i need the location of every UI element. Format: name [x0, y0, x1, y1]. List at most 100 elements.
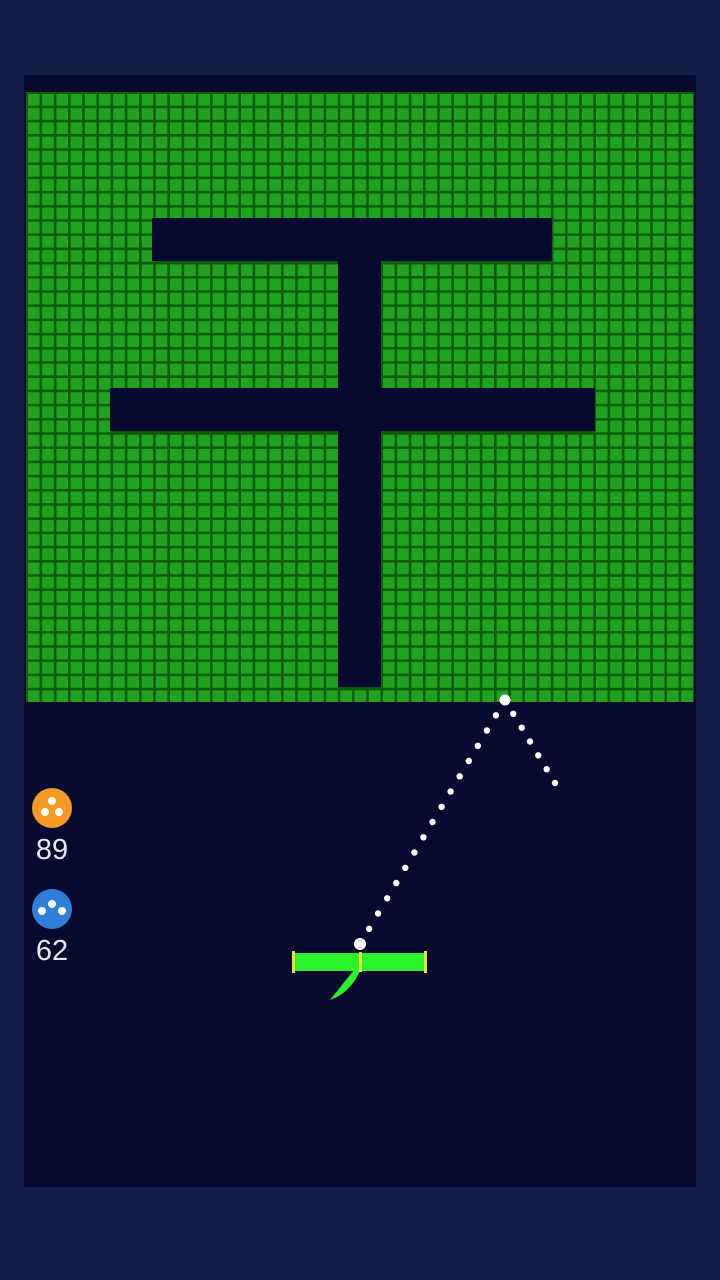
brick	[28, 690, 40, 702]
brick	[567, 633, 580, 646]
brick	[255, 605, 267, 617]
brick	[539, 434, 551, 447]
brick	[42, 108, 54, 120]
brick	[226, 122, 239, 134]
brick	[624, 562, 636, 575]
brick	[184, 463, 196, 475]
brick	[567, 378, 580, 390]
brick	[99, 662, 111, 674]
brick	[496, 505, 509, 518]
brick	[368, 179, 381, 191]
brick	[113, 662, 125, 674]
brick	[212, 363, 225, 376]
brick	[84, 434, 97, 447]
brick	[283, 321, 296, 333]
brick	[667, 221, 679, 234]
brick	[170, 562, 182, 575]
brick	[510, 378, 523, 390]
brick	[596, 122, 608, 134]
brick	[241, 207, 253, 220]
brick	[567, 292, 580, 305]
brick	[326, 449, 338, 461]
brick	[397, 292, 409, 305]
brick	[567, 491, 580, 504]
brick	[56, 136, 68, 149]
brick	[141, 505, 154, 518]
brick	[581, 179, 594, 191]
aim-dot	[551, 779, 559, 787]
brick	[283, 136, 296, 149]
brick	[652, 505, 665, 518]
brick	[113, 463, 125, 475]
brick	[439, 676, 452, 688]
brick	[553, 363, 565, 376]
brick	[496, 150, 509, 163]
brick	[283, 647, 296, 660]
brick	[610, 236, 622, 248]
brick	[226, 662, 239, 674]
brick	[496, 165, 509, 177]
brick	[212, 165, 225, 177]
brick	[667, 250, 679, 262]
brick	[28, 420, 40, 433]
brick	[397, 690, 409, 702]
brick	[184, 633, 196, 646]
brick	[184, 690, 196, 702]
brick	[496, 491, 509, 504]
brick	[269, 335, 281, 347]
brick	[439, 207, 452, 220]
brick	[468, 349, 480, 362]
brick	[425, 676, 438, 688]
brick	[269, 505, 281, 518]
brick	[553, 591, 565, 603]
brick	[170, 207, 182, 220]
brick	[468, 378, 480, 390]
brick	[28, 321, 40, 333]
brick	[170, 690, 182, 702]
brick	[397, 349, 409, 362]
brick	[652, 108, 665, 120]
brick	[226, 136, 239, 149]
brick	[539, 363, 551, 376]
paddle[interactable]	[292, 951, 427, 1000]
brick	[113, 236, 125, 248]
brick	[84, 676, 97, 688]
brick	[84, 633, 97, 646]
brick	[283, 292, 296, 305]
brick	[127, 562, 139, 575]
brick	[454, 136, 466, 149]
brick	[525, 307, 537, 319]
brick	[553, 321, 565, 333]
game-canvas[interactable]	[24, 75, 696, 1187]
brick	[624, 463, 636, 475]
brick	[581, 477, 594, 489]
brick	[567, 449, 580, 461]
brick	[510, 690, 523, 702]
brick	[539, 207, 551, 220]
brick	[681, 676, 693, 688]
brick	[297, 378, 310, 390]
brick	[241, 278, 253, 291]
powerup-multi-ball[interactable]: 89	[32, 788, 72, 867]
brick	[241, 505, 253, 518]
brick	[56, 236, 68, 248]
brick	[581, 136, 594, 149]
brick	[596, 406, 608, 418]
powerup-spread-ball[interactable]: 62	[32, 889, 72, 968]
brick	[42, 165, 54, 177]
brick	[411, 136, 423, 149]
aim-dot	[465, 757, 472, 765]
brick	[226, 193, 239, 205]
brick	[127, 520, 139, 532]
brick	[42, 463, 54, 475]
brick	[255, 108, 267, 120]
brick	[496, 562, 509, 575]
brick	[269, 349, 281, 362]
brick	[652, 193, 665, 205]
brick	[567, 207, 580, 220]
brick	[482, 122, 494, 134]
brick	[411, 548, 423, 560]
brick	[212, 605, 225, 617]
brick	[212, 207, 225, 220]
brick	[297, 307, 310, 319]
